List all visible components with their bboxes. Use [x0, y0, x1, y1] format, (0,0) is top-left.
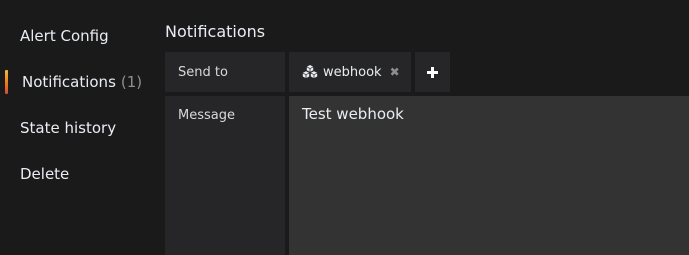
message-label: Message	[165, 96, 285, 255]
sidebar-item-label: Notifications	[22, 73, 116, 91]
cubes-icon	[302, 65, 318, 79]
sidebar-item-delete[interactable]: Delete	[20, 160, 69, 188]
sidebar-item-state-history[interactable]: State history	[20, 114, 116, 142]
plus-icon	[427, 63, 438, 82]
add-notification-button[interactable]	[415, 52, 450, 92]
sidebar-item-notifications[interactable]: Notifications (1)	[22, 68, 142, 96]
section-title: Notifications	[165, 22, 266, 41]
send-to-label: Send to	[165, 52, 285, 92]
notification-tag: webhook ✖	[289, 52, 411, 92]
sidebar-item-alert-config[interactable]: Alert Config	[20, 22, 109, 50]
sidebar-item-label: Delete	[20, 165, 70, 183]
tag-label: webhook	[323, 64, 382, 80]
sidebar-item-label: Alert Config	[20, 27, 109, 45]
sidebar-item-label: State history	[20, 119, 117, 137]
close-icon[interactable]: ✖	[390, 66, 400, 78]
active-indicator	[5, 70, 8, 94]
notifications-count: (1)	[120, 73, 143, 91]
message-input[interactable]: Test webhook	[289, 96, 689, 255]
notifications-panel: Notifications Send to webhook ✖ Message …	[165, 0, 689, 255]
sidebar: Alert Config Notifications (1) State his…	[0, 0, 150, 255]
